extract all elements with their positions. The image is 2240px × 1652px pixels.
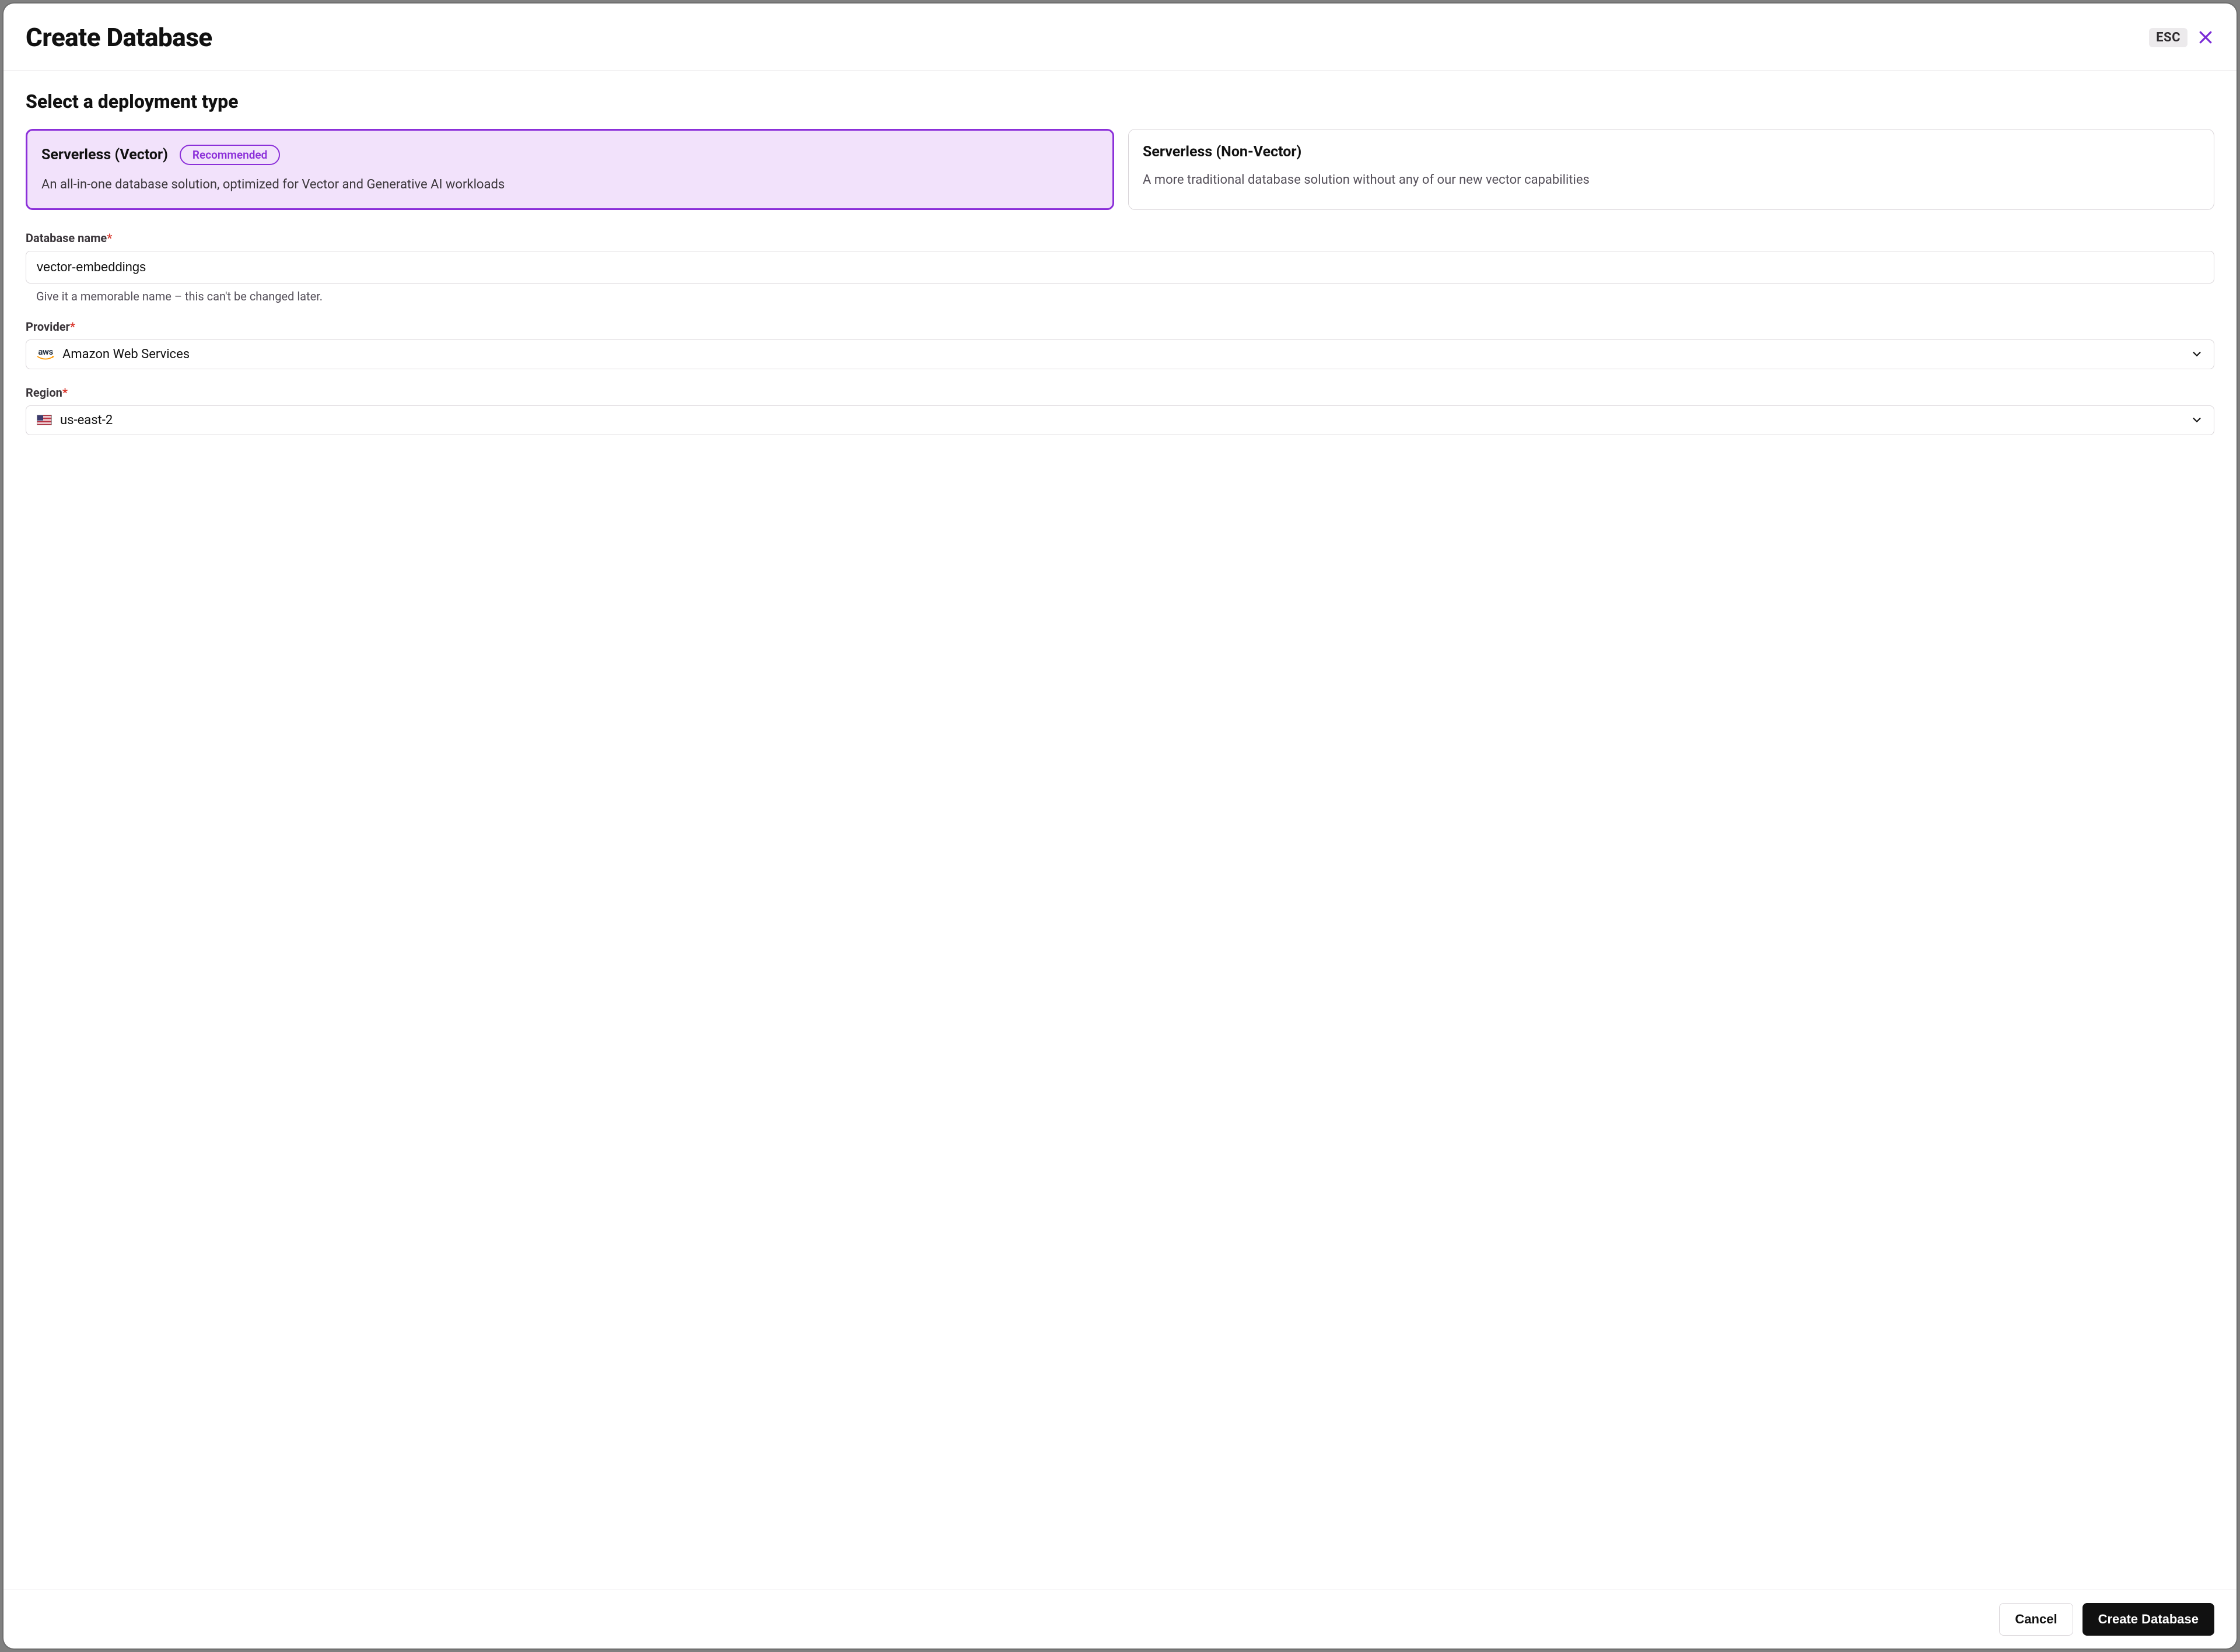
- label-region: Region*: [26, 386, 2214, 400]
- card-serverless-nonvector[interactable]: Serverless (Non-Vector) A more tradition…: [1128, 129, 2214, 210]
- label-text: Region: [26, 386, 62, 400]
- aws-icon: aws: [37, 348, 54, 360]
- card-title: Serverless (Vector): [41, 146, 168, 163]
- card-head: Serverless (Vector) Recommended: [41, 145, 1098, 165]
- provider-select[interactable]: aws Amazon Web Services: [26, 340, 2214, 369]
- deployment-type-cards: Serverless (Vector) Recommended An all-i…: [26, 129, 2214, 210]
- field-provider: Provider* aws Amazon Web Services: [26, 320, 2214, 369]
- database-name-help: Give it a memorable name – this can't be…: [26, 289, 2214, 303]
- card-description: An all-in-one database solution, optimiz…: [41, 176, 1098, 194]
- required-asterisk: *: [70, 320, 75, 334]
- close-icon[interactable]: [2197, 29, 2214, 46]
- modal-body: Select a deployment type Serverless (Vec…: [4, 71, 2236, 1590]
- card-title: Serverless (Non-Vector): [1143, 144, 1301, 160]
- modal-title: Create Database: [26, 22, 212, 52]
- section-title: Select a deployment type: [26, 90, 2214, 113]
- required-asterisk: *: [62, 386, 68, 400]
- field-region: Region* us-east-2: [26, 386, 2214, 435]
- label-text: Database name: [26, 231, 107, 245]
- region-select[interactable]: us-east-2: [26, 405, 2214, 435]
- label-database-name: Database name*: [26, 231, 2214, 245]
- card-head: Serverless (Non-Vector): [1143, 144, 2200, 160]
- chevron-down-icon: [2190, 348, 2203, 360]
- cancel-button[interactable]: Cancel: [1999, 1603, 2073, 1636]
- modal-footer: Cancel Create Database: [4, 1590, 2236, 1648]
- database-name-input[interactable]: [26, 251, 2214, 284]
- us-flag-icon: [37, 415, 52, 425]
- esc-badge: ESC: [2149, 28, 2188, 47]
- chevron-down-icon: [2190, 414, 2203, 426]
- region-value: us-east-2: [60, 413, 2182, 428]
- label-text: Provider: [26, 320, 70, 334]
- create-database-modal: Create Database ESC Select a deployment …: [4, 4, 2236, 1648]
- card-serverless-vector[interactable]: Serverless (Vector) Recommended An all-i…: [26, 129, 1114, 210]
- close-group: ESC: [2149, 28, 2214, 47]
- modal-header: Create Database ESC: [4, 4, 2236, 71]
- recommended-badge: Recommended: [180, 145, 280, 165]
- provider-value: Amazon Web Services: [62, 347, 2182, 362]
- card-description: A more traditional database solution wit…: [1143, 171, 2200, 190]
- field-database-name: Database name* Give it a memorable name …: [26, 231, 2214, 303]
- label-provider: Provider*: [26, 320, 2214, 334]
- required-asterisk: *: [107, 231, 112, 245]
- create-database-button[interactable]: Create Database: [2082, 1603, 2214, 1636]
